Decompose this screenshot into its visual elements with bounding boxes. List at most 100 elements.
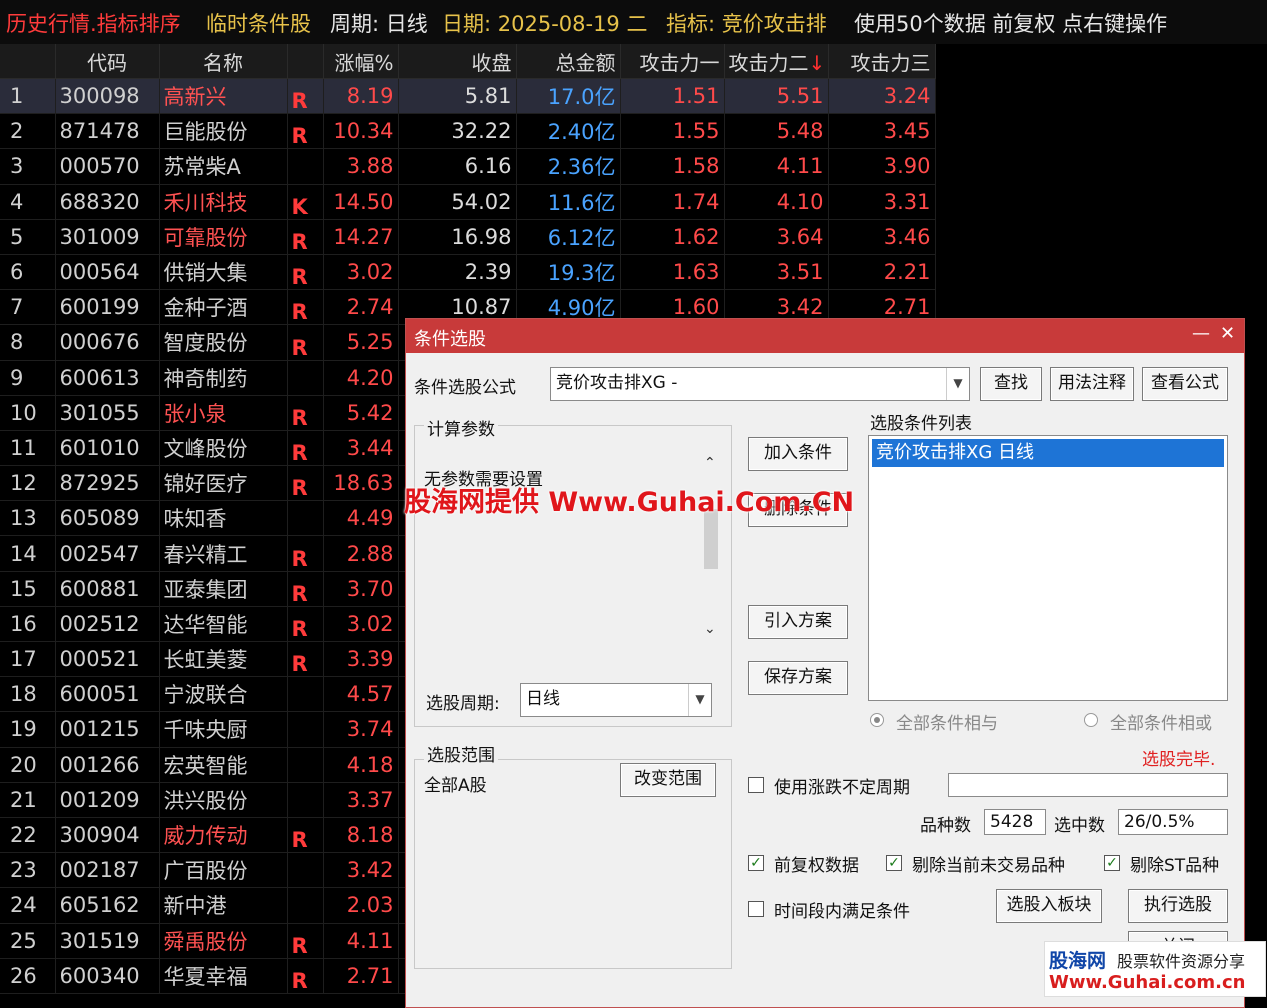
import-scheme-button[interactable]: 引入方案 <box>748 605 848 639</box>
table-row[interactable]: 6 000564 供销大集 R 3.02 2.39 19.3亿 1.63 3.51 2.21 <box>0 254 936 291</box>
change-range-button[interactable]: 改变范围 <box>620 763 716 797</box>
attack-3: 3.24 <box>828 78 936 115</box>
stock-code: 002547 <box>55 535 160 572</box>
stock-flag: R <box>287 254 324 291</box>
minimize-icon[interactable]: — <box>1192 323 1210 344</box>
change-pct: 5.42 <box>323 395 399 431</box>
conditions-list[interactable]: 竞价攻击排XG 日线 <box>868 435 1228 701</box>
stock-name: 锦好医疗 <box>159 465 288 502</box>
attack-1: 1.63 <box>620 254 725 291</box>
table-row[interactable]: 1 300098 高新兴 R 8.19 5.81 17.0亿 1.51 5.51 3.24 <box>0 78 936 115</box>
attack-3: 3.46 <box>828 219 936 255</box>
stock-flag: K <box>287 184 324 220</box>
uncertain-period-checkbox[interactable] <box>748 777 764 793</box>
save-scheme-button[interactable]: 保存方案 <box>748 661 848 695</box>
scroll-up-icon[interactable]: ⌃ <box>704 455 716 471</box>
stock-name: 舜禹股份 <box>159 923 288 959</box>
condition-item[interactable]: 竞价攻击排XG 日线 <box>872 439 1224 467</box>
stock-name: 新中港 <box>159 887 288 924</box>
change-pct: 3.44 <box>323 430 399 467</box>
stock-name: 高新兴 <box>159 78 288 115</box>
table-row[interactable]: 5 301009 可靠股份 R 14.27 16.98 6.12亿 1.62 3.64 3.46 <box>0 219 936 255</box>
attack-2: 4.11 <box>724 148 829 185</box>
close-price: 16.98 <box>398 219 517 255</box>
header-close[interactable]: 收盘 <box>398 44 517 79</box>
stock-code: 600051 <box>55 676 160 713</box>
stock-code: 301009 <box>55 219 160 255</box>
header-name[interactable]: 名称 <box>159 44 288 79</box>
radio-all-and[interactable] <box>870 713 884 727</box>
radio-all-or[interactable] <box>1084 713 1098 727</box>
stock-flag: R <box>287 324 324 361</box>
row-index: 5 <box>0 219 56 255</box>
stock-name: 宁波联合 <box>159 676 288 713</box>
formula-label: 条件选股公式 <box>414 378 516 398</box>
change-pct: 2.03 <box>323 887 399 924</box>
formula-value: 竞价攻击排XG - <box>556 373 678 393</box>
table-row[interactable]: 4 688320 禾川科技 K 14.50 54.02 11.6亿 1.74 4.10 3.31 <box>0 184 936 220</box>
add-condition-button[interactable]: 加入条件 <box>748 437 848 471</box>
table-row[interactable]: 2 871478 巨能股份 R 10.34 32.22 2.40亿 1.55 5.48 3.45 <box>0 113 936 150</box>
period-select[interactable]: 日线 ▼ <box>520 683 712 717</box>
header-amount[interactable]: 总金额 <box>516 44 621 79</box>
header-attack-2-label: 攻击力二 <box>728 50 809 75</box>
stock-name: 味知香 <box>159 500 288 537</box>
header-attack-1[interactable]: 攻击力一 <box>620 44 725 79</box>
attack-2: 3.51 <box>724 254 829 291</box>
count-value: 5428 <box>984 809 1046 835</box>
stock-code: 001215 <box>55 711 160 748</box>
close-price: 32.22 <box>398 113 517 150</box>
change-pct: 2.71 <box>323 958 399 994</box>
exclude-st-checkbox[interactable]: ✓ <box>1104 855 1120 871</box>
close-icon[interactable]: ✕ <box>1220 323 1235 344</box>
row-index: 7 <box>0 289 56 326</box>
stock-code: 001209 <box>55 782 160 818</box>
to-block-button[interactable]: 选股入板块 <box>996 889 1102 923</box>
stock-code: 300904 <box>55 817 160 854</box>
header-flag <box>287 44 324 79</box>
data-count-title: 使用50个数据 前复权 点右键操作 <box>854 12 1168 36</box>
adj-data-checkbox[interactable]: ✓ <box>748 855 764 871</box>
uncertain-period-input[interactable] <box>948 773 1228 797</box>
attack-1: 1.51 <box>620 78 725 115</box>
attack-1: 1.58 <box>620 148 725 185</box>
stock-flag: R <box>287 395 324 431</box>
stock-name: 苏常柴A <box>159 148 288 185</box>
stock-flag <box>287 782 324 818</box>
period-title: 周期: 日线 <box>330 12 428 36</box>
find-button[interactable]: 查找 <box>980 367 1042 401</box>
row-index: 10 <box>0 395 56 431</box>
usage-button[interactable]: 用法注释 <box>1050 367 1134 401</box>
params-group-label: 计算参数 <box>424 415 498 440</box>
attack-1: 1.74 <box>620 184 725 220</box>
indicator-title: 指标: 竞价攻击排 <box>666 12 827 36</box>
screen-title[interactable]: 历史行情.指标排序 <box>6 8 181 38</box>
formula-select[interactable]: 竞价攻击排XG - ▼ <box>550 367 970 401</box>
header-attack-2[interactable]: 攻击力二↓ <box>724 44 829 79</box>
count-label: 品种数 <box>920 816 971 836</box>
view-formula-button[interactable]: 查看公式 <box>1142 367 1228 401</box>
execute-button[interactable]: 执行选股 <box>1128 889 1228 923</box>
stock-name: 文峰股份 <box>159 430 288 467</box>
change-pct: 4.49 <box>323 500 399 537</box>
stock-flag: R <box>287 113 324 150</box>
row-index: 13 <box>0 500 56 537</box>
stock-name: 广百股份 <box>159 852 288 889</box>
stock-name: 供销大集 <box>159 254 288 291</box>
table-row[interactable]: 3 000570 苏常柴A 3.88 6.16 2.36亿 1.58 4.11 3.90 <box>0 148 936 185</box>
row-index: 24 <box>0 887 56 924</box>
header-code[interactable]: 代码 <box>55 44 160 79</box>
change-pct: 3.70 <box>323 571 399 607</box>
stock-name: 禾川科技 <box>159 184 288 220</box>
dialog-title-bar[interactable]: 条件选股 — ✕ <box>406 319 1244 353</box>
scroll-down-icon[interactable]: ⌄ <box>704 621 716 637</box>
header-pct[interactable]: 涨幅% <box>323 44 399 79</box>
time-condition-checkbox[interactable] <box>748 901 764 917</box>
attack-3: 3.31 <box>828 184 936 220</box>
stock-code: 600199 <box>55 289 160 326</box>
close-price: 54.02 <box>398 184 517 220</box>
total-amount: 11.6亿 <box>516 184 621 220</box>
header-attack-3[interactable]: 攻击力三 <box>828 44 936 79</box>
stock-name: 亚泰集团 <box>159 571 288 607</box>
exclude-suspended-checkbox[interactable]: ✓ <box>886 855 902 871</box>
